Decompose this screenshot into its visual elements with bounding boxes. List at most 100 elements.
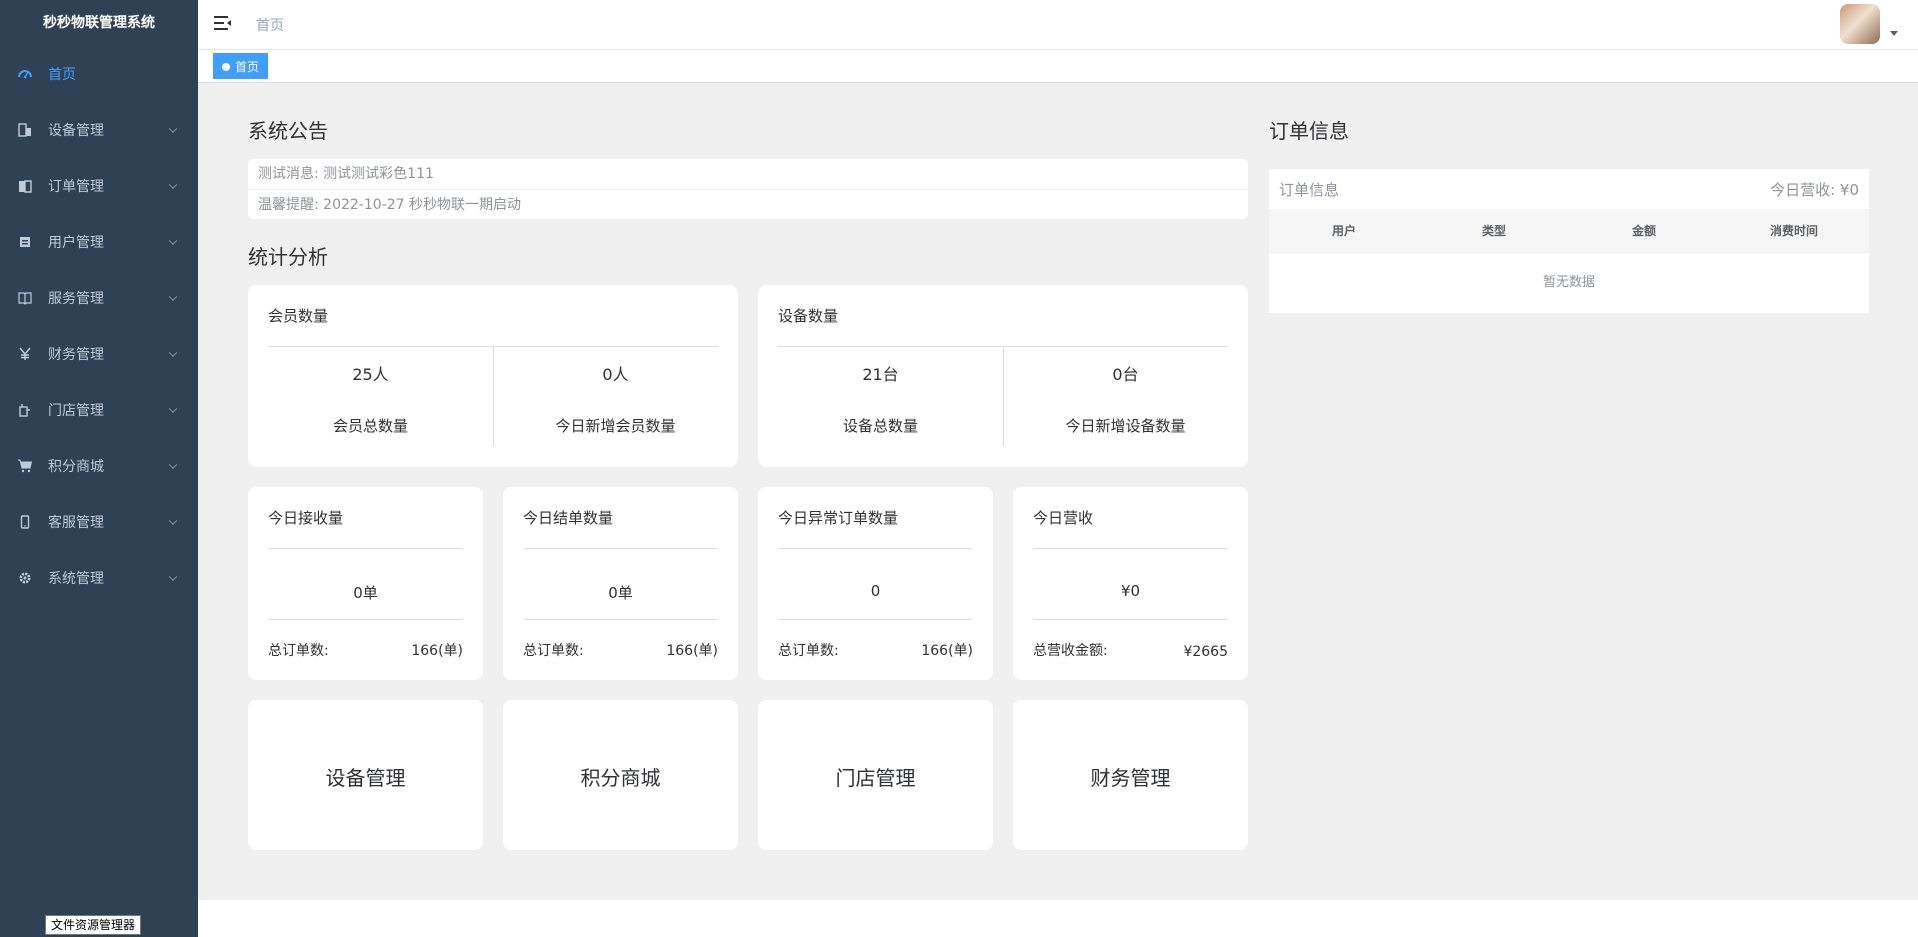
sidebar-item-orders[interactable]: 订单管理 <box>0 158 198 214</box>
stat-foot-label: 总订单数: <box>268 643 329 659</box>
stats-title: 统计分析 <box>248 245 328 269</box>
stat-label: 会员总数量 <box>332 417 408 435</box>
notice-value: 2022-10-27 秒秒物联一期启动 <box>323 197 521 213</box>
divider <box>523 548 718 549</box>
nav-card-finance[interactable]: 财务管理 <box>1013 700 1248 850</box>
phone-icon <box>18 515 32 529</box>
gear-icon <box>18 571 32 585</box>
sidebar-item-finance[interactable]: 财务管理 <box>0 326 198 382</box>
notice-row: 温馨提醒: 2022-10-27 秒秒物联一期启动 <box>248 189 1248 219</box>
app-logo-title: 秒秒物联管理系统 <box>43 15 155 31</box>
sidebar-item-stores[interactable]: 门店管理 <box>0 382 198 438</box>
column-header[interactable]: 用户 <box>1269 209 1419 252</box>
today-received-card: 今日接收量 0单 总订单数: 166(单) <box>248 487 483 680</box>
sidebar-item-system[interactable]: 系统管理 <box>0 550 198 606</box>
orders-panel: 订单信息 今日营收: ¥0 用户 类型 金额 消费时间 暂无数据 <box>1269 169 1869 313</box>
stat-foot-value: 166(单) <box>666 643 718 659</box>
divider <box>778 548 973 549</box>
tag-home[interactable]: 首页 <box>213 53 269 79</box>
stat-value: ¥0 <box>1120 582 1141 600</box>
tags-view: 首页 <box>198 51 1918 83</box>
stat-label: 今日新增会员数量 <box>555 417 676 435</box>
notice-value: 测试测试彩色111 <box>323 166 434 182</box>
stat-foot-label: 总订单数: <box>523 643 584 659</box>
stat-column: 21台 设备总数量 <box>758 345 1003 445</box>
order-icon <box>18 179 32 193</box>
device-count-card: 设备数量 21台 设备总数量 0台 今日新增设备数量 <box>758 285 1248 467</box>
nav-card-points-mall[interactable]: 积分商城 <box>503 700 738 850</box>
stat-value: 25人 <box>352 365 389 384</box>
avatar[interactable] <box>1840 4 1880 44</box>
today-closed-card: 今日结单数量 0单 总订单数: 166(单) <box>503 487 738 680</box>
caret-down-icon[interactable] <box>1890 31 1898 36</box>
orders-panel-header: 订单信息 今日营收: ¥0 <box>1269 169 1869 209</box>
card-title: 今日异常订单数量 <box>778 509 899 527</box>
orders-title: 订单信息 <box>1269 119 1349 143</box>
card-title: 今日结单数量 <box>523 509 614 527</box>
column-header[interactable]: 消费时间 <box>1719 209 1869 252</box>
column-header[interactable]: 类型 <box>1419 209 1569 252</box>
tag-label: 首页 <box>235 60 260 74</box>
orders-panel-title: 订单信息 <box>1279 180 1340 199</box>
book-icon <box>18 291 32 305</box>
nav-card-stores[interactable]: 门店管理 <box>758 700 993 850</box>
stat-value: 0 <box>870 582 881 600</box>
stat-value: 0单 <box>353 584 378 602</box>
empty-state: 暂无数据 <box>1542 275 1595 290</box>
column-header[interactable]: 金额 <box>1569 209 1719 252</box>
notice-title: 系统公告 <box>248 119 328 143</box>
stat-label: 设备总数量 <box>842 417 918 435</box>
nav-card-label: 设备管理 <box>325 766 406 790</box>
divider <box>523 619 718 620</box>
nav-card-label: 门店管理 <box>835 766 916 790</box>
notice-box: 测试消息: 测试测试彩色111 温馨提醒: 2022-10-27 秒秒物联一期启… <box>248 159 1248 219</box>
orders-table-header: 用户 类型 金额 消费时间 <box>1269 209 1869 253</box>
stat-foot-value: ¥2665 <box>1183 644 1228 660</box>
stat-value: 0台 <box>1112 365 1139 384</box>
today-revenue-card: 今日营收 ¥0 总营收金额: ¥2665 <box>1013 487 1248 680</box>
card-title: 设备数量 <box>778 307 839 325</box>
device-icon <box>18 123 32 137</box>
divider <box>778 619 973 620</box>
stat-column: 25人 会员总数量 <box>248 345 493 445</box>
member-count-card: 会员数量 25人 会员总数量 0人 今日新增会员数量 <box>248 285 738 467</box>
stat-foot-label: 总订单数: <box>778 643 839 659</box>
notice-label: 温馨提醒: <box>258 197 319 213</box>
sidebar-item-customer-service[interactable]: 客服管理 <box>0 494 198 550</box>
dot-icon <box>222 63 230 71</box>
top-navbar: 首页 <box>198 0 1918 50</box>
stat-value: 21台 <box>862 365 899 384</box>
main-content: 系统公告 测试消息: 测试测试彩色111 温馨提醒: 2022-10-27 秒秒… <box>198 83 1918 900</box>
stat-label: 今日新增设备数量 <box>1065 417 1186 435</box>
sidebar-item-users[interactable]: 用户管理 <box>0 214 198 270</box>
stat-column: 0人 今日新增会员数量 <box>493 345 738 445</box>
sidebar-item-home[interactable]: 首页 <box>0 46 198 102</box>
sidebar-item-label: 首页 <box>48 67 76 83</box>
stat-foot-label: 总营收金额: <box>1033 643 1108 659</box>
divider <box>268 548 463 549</box>
breadcrumb[interactable]: 首页 <box>256 15 284 35</box>
sidebar-item-services[interactable]: 服务管理 <box>0 270 198 326</box>
dashboard-icon <box>18 67 32 81</box>
divider <box>1033 619 1228 620</box>
card-title: 今日接收量 <box>268 509 344 527</box>
notice-row: 测试消息: 测试测试彩色111 <box>248 159 1248 189</box>
today-abnormal-card: 今日异常订单数量 0 总订单数: 166(单) <box>758 487 993 680</box>
card-title: 今日营收 <box>1033 509 1094 527</box>
tooltip: 文件资源管理器 <box>45 915 142 935</box>
footer-strip <box>198 900 1918 937</box>
hamburger-menu-icon[interactable] <box>214 15 232 31</box>
sidebar-item-devices[interactable]: 设备管理 <box>0 102 198 158</box>
stat-column: 0台 今日新增设备数量 <box>1003 345 1248 445</box>
cart-icon <box>18 459 32 473</box>
yen-icon <box>18 347 32 361</box>
stat-value: 0单 <box>608 584 633 602</box>
nav-card-devices[interactable]: 设备管理 <box>248 700 483 850</box>
nav-card-label: 积分商城 <box>580 766 661 790</box>
nav-card-label: 财务管理 <box>1090 766 1171 790</box>
divider <box>1033 548 1228 549</box>
user-icon <box>18 235 32 249</box>
stat-value: 0人 <box>602 365 629 384</box>
sidebar-item-points-mall[interactable]: 积分商城 <box>0 438 198 494</box>
notice-label: 测试消息: <box>258 166 319 182</box>
